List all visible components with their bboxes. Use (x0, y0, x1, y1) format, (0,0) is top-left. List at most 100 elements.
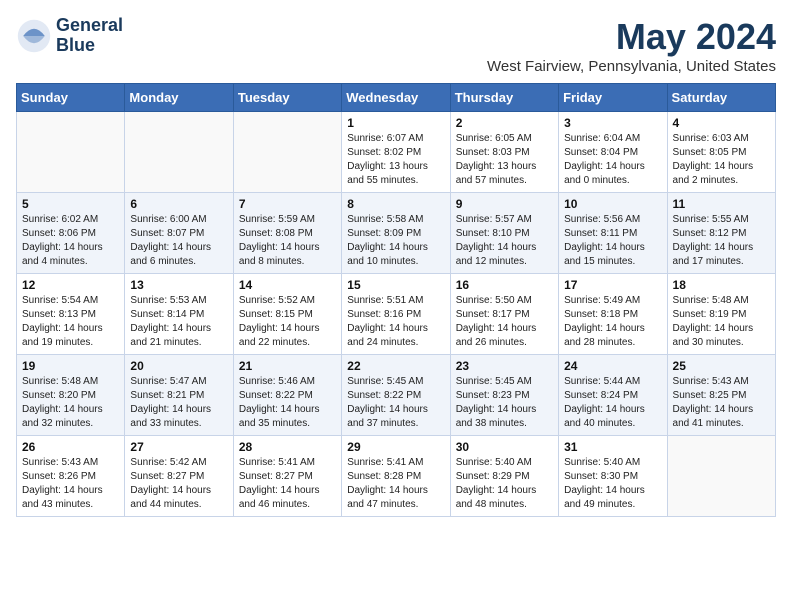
day-number: 8 (347, 197, 444, 211)
header-wednesday: Wednesday (342, 84, 450, 112)
day-number: 10 (564, 197, 661, 211)
calendar-cell: 27 Sunrise: 5:42 AM Sunset: 8:27 PM Dayli… (125, 436, 233, 517)
calendar-cell: 3Sunrise: 6:04 AM Sunset: 8:04 PM Daylig… (559, 112, 667, 193)
calendar-cell (667, 436, 775, 517)
calendar-cell: 28 Sunrise: 5:41 AM Sunset: 8:27 PM Dayli… (233, 436, 341, 517)
calendar-cell: 10 Sunrise: 5:56 AM Sunset: 8:11 PM Dayli… (559, 193, 667, 274)
day-info: Sunrise: 5:56 AM Sunset: 8:11 PM Dayligh… (564, 213, 661, 269)
calendar-cell: 2 Sunrise: 6:05 AM Sunset: 8:03 PM Daylig… (450, 112, 558, 193)
day-number: 21 (239, 359, 336, 373)
header-row: SundayMondayTuesdayWednesdayThursdayFrid… (17, 84, 776, 112)
day-info: Sunrise: 5:57 AM Sunset: 8:10 PM Dayligh… (456, 213, 553, 269)
header-saturday: Saturday (667, 84, 775, 112)
calendar-cell: 18 Sunrise: 5:48 AM Sunset: 8:19 PM Dayli… (667, 274, 775, 355)
day-number: 9 (456, 197, 553, 211)
week-row-0: 1 Sunrise: 6:07 AM Sunset: 8:02 PM Daylig… (17, 112, 776, 193)
day-number: 11 (673, 197, 770, 211)
day-number: 18 (673, 278, 770, 292)
day-info: Sunrise: 5:40 AM Sunset: 8:30 PM Dayligh… (564, 456, 661, 512)
calendar-cell: 1 Sunrise: 6:07 AM Sunset: 8:02 PM Daylig… (342, 112, 450, 193)
day-info: Sunrise: 6:04 AM Sunset: 8:04 PM Dayligh… (564, 132, 661, 188)
calendar-cell: 31 Sunrise: 5:40 AM Sunset: 8:30 PM Dayli… (559, 436, 667, 517)
week-row-2: 12 Sunrise: 5:54 AM Sunset: 8:13 PM Dayli… (17, 274, 776, 355)
header-friday: Friday (559, 84, 667, 112)
day-info: Sunrise: 5:48 AM Sunset: 8:19 PM Dayligh… (673, 294, 770, 350)
day-info: Sunrise: 5:46 AM Sunset: 8:22 PM Dayligh… (239, 375, 336, 431)
day-number: 27 (130, 440, 227, 454)
day-number: 16 (456, 278, 553, 292)
title-block: May 2024 West Fairview, Pennsylvania, Un… (487, 16, 776, 75)
calendar-cell: 29 Sunrise: 5:41 AM Sunset: 8:28 PM Dayli… (342, 436, 450, 517)
calendar-cell: 14 Sunrise: 5:52 AM Sunset: 8:15 PM Dayli… (233, 274, 341, 355)
day-info: Sunrise: 6:07 AM Sunset: 8:02 PM Dayligh… (347, 132, 444, 188)
day-info: Sunrise: 6:03 AM Sunset: 8:05 PM Dayligh… (673, 132, 770, 188)
page-header: General Blue May 2024 West Fairview, Pen… (16, 16, 776, 75)
day-info: Sunrise: 6:05 AM Sunset: 8:03 PM Dayligh… (456, 132, 553, 188)
day-number: 6 (130, 197, 227, 211)
calendar-cell: 22 Sunrise: 5:45 AM Sunset: 8:22 PM Dayli… (342, 355, 450, 436)
calendar-body: 1 Sunrise: 6:07 AM Sunset: 8:02 PM Daylig… (17, 112, 776, 517)
week-row-4: 26Sunrise: 5:43 AM Sunset: 8:26 PM Dayli… (17, 436, 776, 517)
calendar-cell: 13Sunrise: 5:53 AM Sunset: 8:14 PM Dayli… (125, 274, 233, 355)
calendar-cell: 16 Sunrise: 5:50 AM Sunset: 8:17 PM Dayli… (450, 274, 558, 355)
day-info: Sunrise: 5:51 AM Sunset: 8:16 PM Dayligh… (347, 294, 444, 350)
day-number: 20 (130, 359, 227, 373)
day-info: Sunrise: 5:44 AM Sunset: 8:24 PM Dayligh… (564, 375, 661, 431)
calendar-cell: 20 Sunrise: 5:47 AM Sunset: 8:21 PM Dayli… (125, 355, 233, 436)
calendar-cell (17, 112, 125, 193)
day-number: 2 (456, 116, 553, 130)
day-info: Sunrise: 5:50 AM Sunset: 8:17 PM Dayligh… (456, 294, 553, 350)
day-number: 29 (347, 440, 444, 454)
calendar-cell (125, 112, 233, 193)
day-number: 12 (22, 278, 119, 292)
day-number: 31 (564, 440, 661, 454)
day-info: Sunrise: 5:47 AM Sunset: 8:21 PM Dayligh… (130, 375, 227, 431)
day-info: Sunrise: 5:58 AM Sunset: 8:09 PM Dayligh… (347, 213, 444, 269)
calendar-cell: 25Sunrise: 5:43 AM Sunset: 8:25 PM Dayli… (667, 355, 775, 436)
day-number: 15 (347, 278, 444, 292)
location: West Fairview, Pennsylvania, United Stat… (487, 58, 776, 75)
day-number: 13 (130, 278, 227, 292)
day-number: 25 (673, 359, 770, 373)
header-monday: Monday (125, 84, 233, 112)
logo-line2: Blue (56, 36, 123, 56)
day-info: Sunrise: 5:40 AM Sunset: 8:29 PM Dayligh… (456, 456, 553, 512)
calendar-cell: 4Sunrise: 6:03 AM Sunset: 8:05 PM Daylig… (667, 112, 775, 193)
day-number: 23 (456, 359, 553, 373)
calendar-cell: 12 Sunrise: 5:54 AM Sunset: 8:13 PM Dayli… (17, 274, 125, 355)
day-info: Sunrise: 5:48 AM Sunset: 8:20 PM Dayligh… (22, 375, 119, 431)
calendar-header: SundayMondayTuesdayWednesdayThursdayFrid… (17, 84, 776, 112)
day-number: 26 (22, 440, 119, 454)
day-number: 14 (239, 278, 336, 292)
day-number: 17 (564, 278, 661, 292)
week-row-1: 5 Sunrise: 6:02 AM Sunset: 8:06 PM Daylig… (17, 193, 776, 274)
day-number: 7 (239, 197, 336, 211)
logo-line1: General (56, 16, 123, 36)
header-thursday: Thursday (450, 84, 558, 112)
day-info: Sunrise: 5:59 AM Sunset: 8:08 PM Dayligh… (239, 213, 336, 269)
day-info: Sunrise: 5:41 AM Sunset: 8:27 PM Dayligh… (239, 456, 336, 512)
header-sunday: Sunday (17, 84, 125, 112)
day-number: 28 (239, 440, 336, 454)
day-number: 1 (347, 116, 444, 130)
day-info: Sunrise: 6:00 AM Sunset: 8:07 PM Dayligh… (130, 213, 227, 269)
day-info: Sunrise: 5:41 AM Sunset: 8:28 PM Dayligh… (347, 456, 444, 512)
day-info: Sunrise: 5:45 AM Sunset: 8:22 PM Dayligh… (347, 375, 444, 431)
day-info: Sunrise: 5:54 AM Sunset: 8:13 PM Dayligh… (22, 294, 119, 350)
day-info: Sunrise: 6:02 AM Sunset: 8:06 PM Dayligh… (22, 213, 119, 269)
day-info: Sunrise: 5:42 AM Sunset: 8:27 PM Dayligh… (130, 456, 227, 512)
header-tuesday: Tuesday (233, 84, 341, 112)
calendar-cell: 5 Sunrise: 6:02 AM Sunset: 8:06 PM Daylig… (17, 193, 125, 274)
calendar-cell: 23Sunrise: 5:45 AM Sunset: 8:23 PM Dayli… (450, 355, 558, 436)
calendar-cell: 21 Sunrise: 5:46 AM Sunset: 8:22 PM Dayli… (233, 355, 341, 436)
day-number: 22 (347, 359, 444, 373)
day-number: 5 (22, 197, 119, 211)
calendar-cell: 30Sunrise: 5:40 AM Sunset: 8:29 PM Dayli… (450, 436, 558, 517)
week-row-3: 19Sunrise: 5:48 AM Sunset: 8:20 PM Dayli… (17, 355, 776, 436)
day-info: Sunrise: 5:52 AM Sunset: 8:15 PM Dayligh… (239, 294, 336, 350)
calendar-table: SundayMondayTuesdayWednesdayThursdayFrid… (16, 83, 776, 517)
calendar-cell: 11 Sunrise: 5:55 AM Sunset: 8:12 PM Dayli… (667, 193, 775, 274)
day-info: Sunrise: 5:55 AM Sunset: 8:12 PM Dayligh… (673, 213, 770, 269)
day-number: 24 (564, 359, 661, 373)
calendar-cell: 26Sunrise: 5:43 AM Sunset: 8:26 PM Dayli… (17, 436, 125, 517)
